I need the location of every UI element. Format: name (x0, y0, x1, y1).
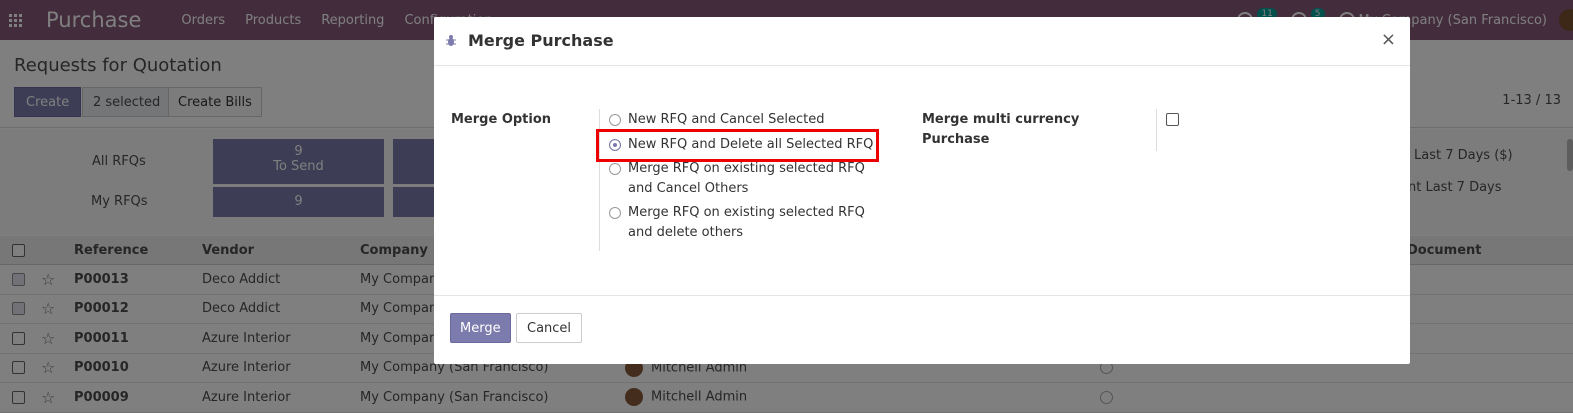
option-cancel-selected-label: New RFQ and Cancel Selected (628, 112, 825, 127)
dialog-header: Merge Purchase × (434, 17, 1410, 66)
merge-purchase-dialog: Merge Purchase × Merge Option New RFQ an… (434, 17, 1410, 364)
multi-currency-checkbox[interactable] (1166, 113, 1179, 126)
highlight-box (596, 129, 879, 162)
dialog-body: Merge Option New RFQ and Cancel Selected… (434, 67, 1410, 295)
merge-option-label: Merge Option (451, 112, 552, 127)
dialog-title: Merge Purchase (468, 31, 614, 50)
option-merge-existing-cancel-label: Merge RFQ on existing selected RFQ and C… (628, 161, 865, 196)
option-merge-existing-cancel[interactable]: Merge RFQ on existing selected RFQ and C… (609, 159, 865, 199)
multi-currency-label: Merge multi currency Purchase (922, 112, 1080, 147)
option-cancel-selected[interactable]: New RFQ and Cancel Selected (609, 110, 824, 130)
option-merge-existing-delete-label: Merge RFQ on existing selected RFQ and d… (628, 205, 865, 240)
option-merge-existing-delete[interactable]: Merge RFQ on existing selected RFQ and d… (609, 203, 865, 243)
radio-cancel-selected[interactable] (609, 114, 621, 126)
cancel-button[interactable]: Cancel (516, 313, 583, 343)
merge-button[interactable]: Merge (450, 313, 511, 343)
field-separator-2 (1156, 109, 1157, 151)
close-icon[interactable]: × (1381, 29, 1396, 50)
radio-merge-existing-delete[interactable] (609, 207, 621, 219)
dialog-footer: Merge Cancel (434, 295, 1410, 364)
radio-merge-existing-cancel[interactable] (609, 163, 621, 175)
bug-icon (446, 35, 456, 46)
